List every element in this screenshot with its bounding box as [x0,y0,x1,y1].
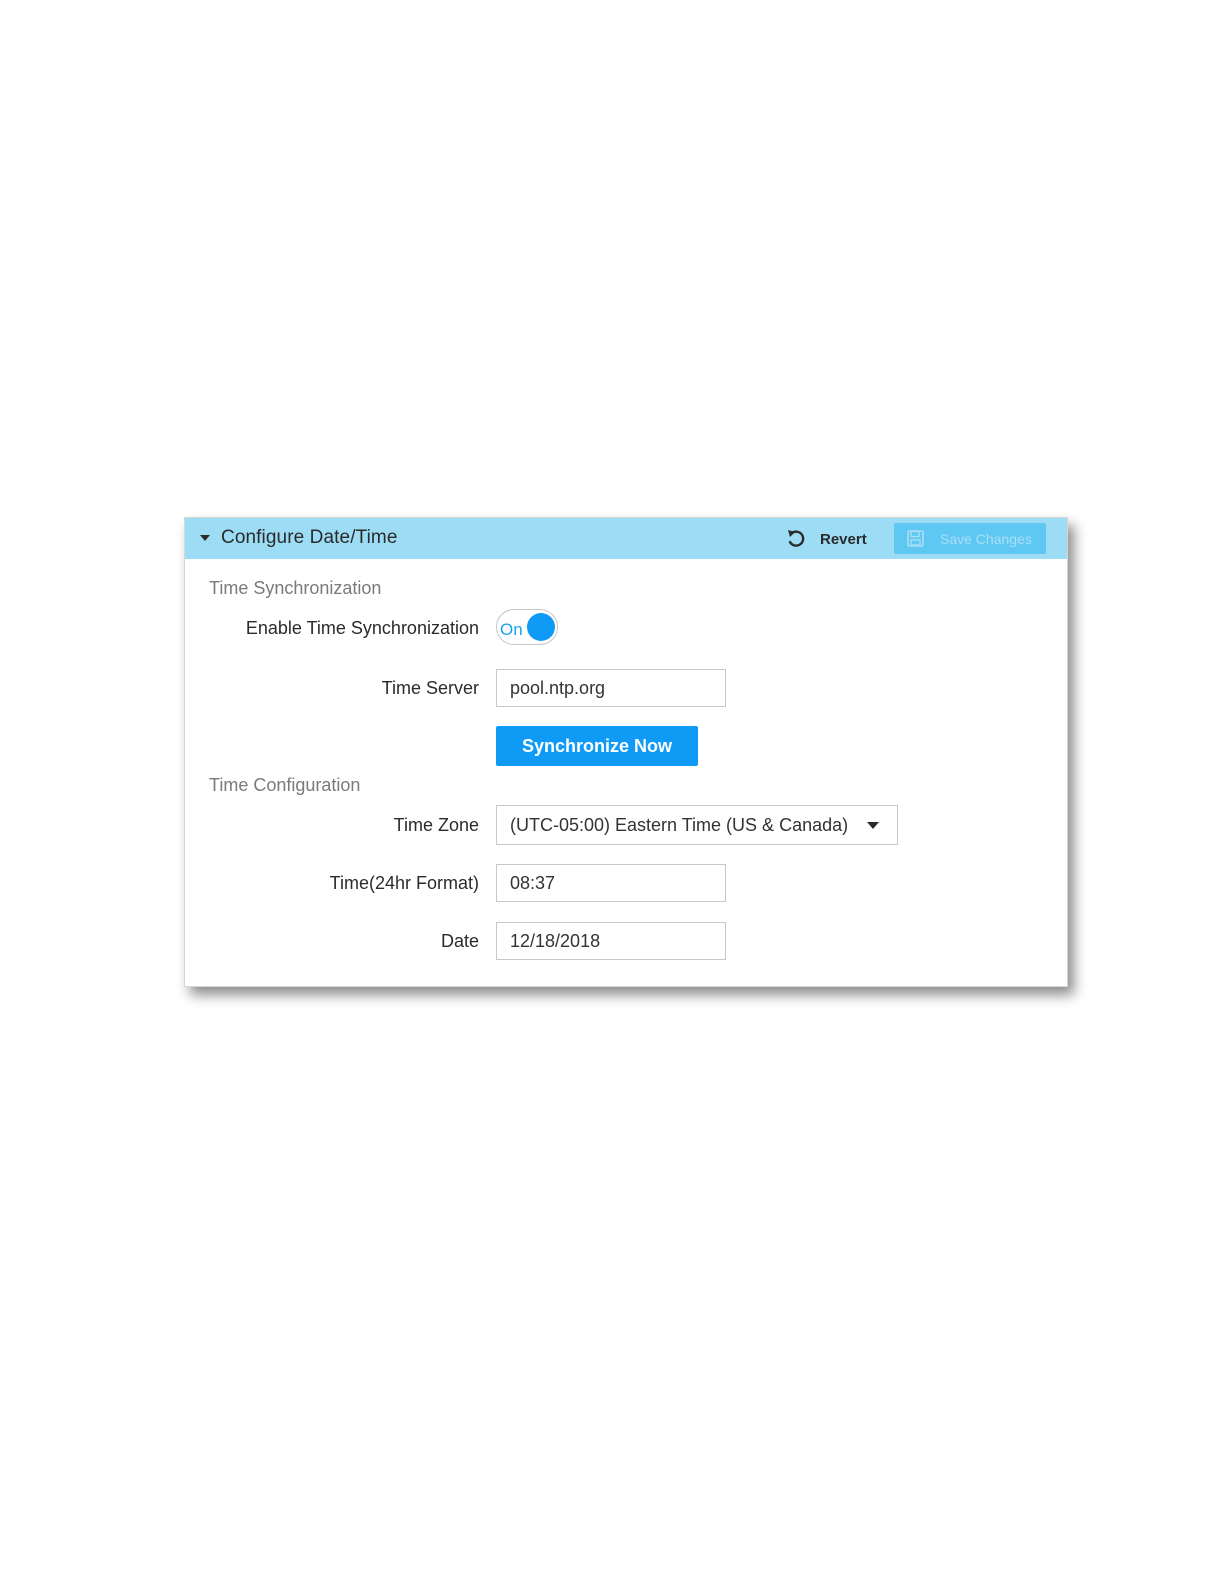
enable-time-sync-toggle[interactable]: On [496,609,558,645]
collapse-triangle-icon[interactable] [199,532,211,544]
caret-down-icon [867,822,879,829]
enable-time-sync-label: Enable Time Synchronization [245,618,479,638]
date-input[interactable] [496,922,726,960]
page: Configure Date/Time Revert Save Changes … [0,0,1224,1584]
save-changes-button[interactable]: Save Changes [894,523,1046,554]
time-server-input[interactable] [496,669,726,707]
floppy-disk-icon [907,530,924,547]
time-synchronization-section-title: Time Synchronization [209,578,382,598]
undo-icon [788,530,805,547]
time-zone-label: Time Zone [393,815,479,835]
revert-button[interactable]: Revert [785,524,867,554]
panel-header: Configure Date/Time Revert Save Changes [185,518,1067,559]
date-label: Date [440,931,479,951]
time-server-label: Time Server [381,678,479,698]
time-zone-selected-value: (UTC-05:00) Eastern Time (US & Canada) [510,815,849,835]
time-configuration-section-title: Time Configuration [209,775,361,795]
time-input[interactable] [496,864,726,902]
save-changes-label: Save Changes [940,530,1032,547]
synchronize-now-button[interactable]: Synchronize Now [496,726,698,766]
configure-date-time-panel: Configure Date/Time Revert Save Changes … [184,517,1068,987]
toggle-knob [527,613,555,641]
revert-label: Revert [820,530,867,548]
toggle-state-label: On [500,620,523,639]
panel-title: Configure Date/Time [221,527,398,548]
time-24hr-label: Time(24hr Format) [329,873,479,893]
time-zone-select[interactable]: (UTC-05:00) Eastern Time (US & Canada) [496,805,898,845]
